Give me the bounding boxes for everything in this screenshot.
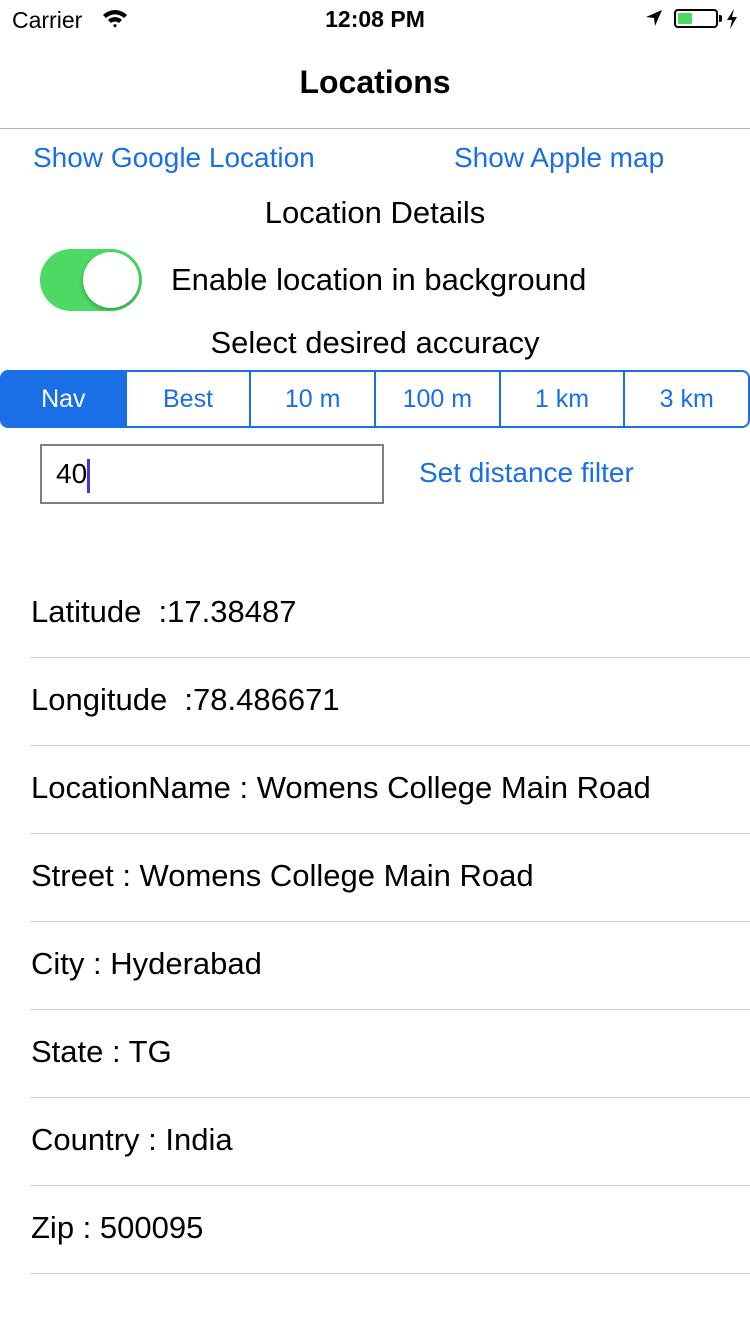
list-item: State : TG [30, 1010, 750, 1098]
country-text: Country : India [31, 1122, 233, 1157]
list-item: Longitude :78.486671 [30, 658, 750, 746]
list-item: City : Hyderabad [30, 922, 750, 1010]
charging-bolt-icon [727, 9, 737, 29]
list-item: Country : India [30, 1098, 750, 1186]
location-arrow-icon [646, 10, 662, 26]
zip-text: Zip : 500095 [31, 1210, 204, 1245]
segment-1km[interactable]: 1 km [498, 372, 624, 426]
status-time: 12:08 PM [325, 6, 425, 32]
text-cursor [87, 459, 90, 493]
battery-nub [719, 15, 722, 22]
segment-nav[interactable]: Nav [2, 372, 125, 426]
nav-divider [0, 128, 750, 129]
set-distance-filter-button[interactable]: Set distance filter [419, 457, 634, 489]
show-google-location-link[interactable]: Show Google Location [33, 142, 315, 174]
location-details-heading: Location Details [264, 195, 486, 230]
list-item: Street : Womens College Main Road [30, 834, 750, 922]
list-item: Latitude :17.38487 [30, 570, 750, 658]
battery-icon [674, 9, 718, 28]
page-title: Locations [299, 64, 451, 100]
city-text: City : Hyderabad [31, 946, 262, 981]
longitude-text: Longitude :78.486671 [31, 682, 340, 717]
location-name-text: LocationName : Womens College Main Road [31, 770, 651, 805]
background-location-label: Enable location in background [171, 262, 587, 297]
list-item: Zip : 500095 [30, 1186, 750, 1274]
state-text: State : TG [31, 1034, 172, 1069]
street-text: Street : Womens College Main Road [31, 858, 534, 893]
segment-best[interactable]: Best [124, 372, 250, 426]
segment-10m[interactable]: 10 m [249, 372, 374, 426]
segment-100m[interactable]: 100 m [374, 372, 499, 426]
battery-level [678, 13, 692, 24]
toggle-knob [83, 252, 139, 308]
background-location-toggle[interactable] [40, 249, 142, 311]
latitude-text: Latitude :17.38487 [31, 594, 297, 629]
segment-3km[interactable]: 3 km [623, 372, 748, 426]
location-info-list: Latitude :17.38487 Longitude :78.486671 … [30, 570, 750, 1274]
show-apple-map-link[interactable]: Show Apple map [454, 142, 664, 174]
accuracy-segmented-control: Nav Best 10 m 100 m 1 km 3 km [0, 370, 750, 428]
list-item: LocationName : Womens College Main Road [30, 746, 750, 834]
accuracy-heading: Select desired accuracy [210, 325, 540, 360]
status-bar: Carrier 12:08 PM [0, 0, 750, 40]
distance-filter-input[interactable] [40, 444, 384, 504]
